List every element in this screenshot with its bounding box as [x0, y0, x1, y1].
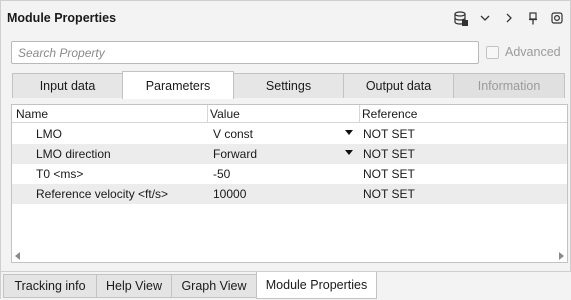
module-properties-panel: Module Properties Search Property Advanc…	[0, 0, 571, 300]
table-row[interactable]: LMO V const NOT SET	[12, 124, 567, 144]
table-row[interactable]: LMO direction Forward NOT SET	[12, 144, 567, 164]
scroll-left-icon[interactable]	[15, 252, 20, 260]
database-icon[interactable]	[454, 10, 468, 26]
tab-label: Help View	[105, 279, 163, 293]
property-value[interactable]: 10000	[213, 187, 246, 201]
column-header-name[interactable]: Name	[16, 107, 48, 121]
tab-label: Output data	[365, 79, 432, 93]
property-name: T0 <ms>	[36, 167, 84, 181]
properties-grid: Name Value Reference LMO V const NOT SET…	[11, 104, 568, 263]
dropdown-arrow-icon[interactable]	[345, 150, 353, 155]
tab-help-view[interactable]: Help View	[96, 274, 172, 298]
property-name: LMO direction	[36, 147, 111, 161]
dropdown-arrow-icon[interactable]	[345, 130, 353, 135]
property-reference: NOT SET	[363, 147, 415, 161]
tab-information: Information	[453, 73, 565, 98]
titlebar-icons	[454, 10, 564, 26]
scroll-right-icon[interactable]	[559, 252, 564, 260]
tab-output-data[interactable]: Output data	[343, 73, 454, 98]
tab-label: Information	[477, 79, 541, 93]
column-header-reference[interactable]: Reference	[362, 107, 417, 121]
table-row[interactable]: T0 <ms> -50 NOT SET	[12, 164, 567, 184]
tab-tracking-info[interactable]: Tracking info	[3, 274, 97, 298]
panel-title: Module Properties	[7, 11, 117, 25]
property-reference: NOT SET	[363, 187, 415, 201]
property-reference: NOT SET	[363, 127, 415, 141]
property-value[interactable]: -50	[213, 167, 230, 181]
horizontal-scrollbar[interactable]	[12, 250, 567, 262]
advanced-label: Advanced	[505, 45, 561, 59]
pin-icon[interactable]	[526, 10, 540, 26]
tab-label: Tracking info	[14, 279, 86, 293]
search-box[interactable]	[11, 41, 479, 64]
column-divider[interactable]	[359, 105, 360, 123]
tab-parameters[interactable]: Parameters	[122, 71, 234, 99]
tab-label: Graph View	[181, 279, 247, 293]
tab-label: Module Properties	[265, 278, 368, 292]
column-header-value[interactable]: Value	[210, 107, 240, 121]
property-name: Reference velocity <ft/s>	[36, 187, 169, 201]
tab-label: Input data	[39, 79, 96, 93]
search-input[interactable]	[12, 42, 478, 63]
property-tabs: Input data Parameters Settings Output da…	[12, 71, 569, 99]
advanced-checkbox[interactable]	[486, 45, 499, 59]
tab-label: Settings	[265, 79, 312, 93]
tab-module-properties[interactable]: Module Properties	[256, 272, 377, 299]
column-divider[interactable]	[207, 105, 208, 123]
tab-label: Parameters	[145, 78, 211, 93]
property-value[interactable]: Forward	[213, 147, 257, 161]
chevron-down-icon[interactable]	[478, 10, 492, 26]
tab-input-data[interactable]: Input data	[12, 73, 123, 98]
chevron-right-icon[interactable]	[502, 10, 516, 26]
advanced-toggle[interactable]: Advanced	[486, 45, 561, 59]
tab-graph-view[interactable]: Graph View	[171, 274, 257, 298]
property-value[interactable]: V const	[213, 127, 253, 141]
property-name: LMO	[36, 127, 63, 141]
property-reference: NOT SET	[363, 167, 415, 181]
maximize-icon[interactable]	[550, 10, 564, 26]
panel-titlebar: Module Properties	[1, 1, 570, 37]
table-row[interactable]: Reference velocity <ft/s> 10000 NOT SET	[12, 184, 567, 204]
tab-settings[interactable]: Settings	[233, 73, 344, 98]
bottom-tab-bar: Tracking info Help View Graph View Modul…	[1, 271, 571, 300]
grid-header: Name Value Reference	[12, 105, 567, 123]
